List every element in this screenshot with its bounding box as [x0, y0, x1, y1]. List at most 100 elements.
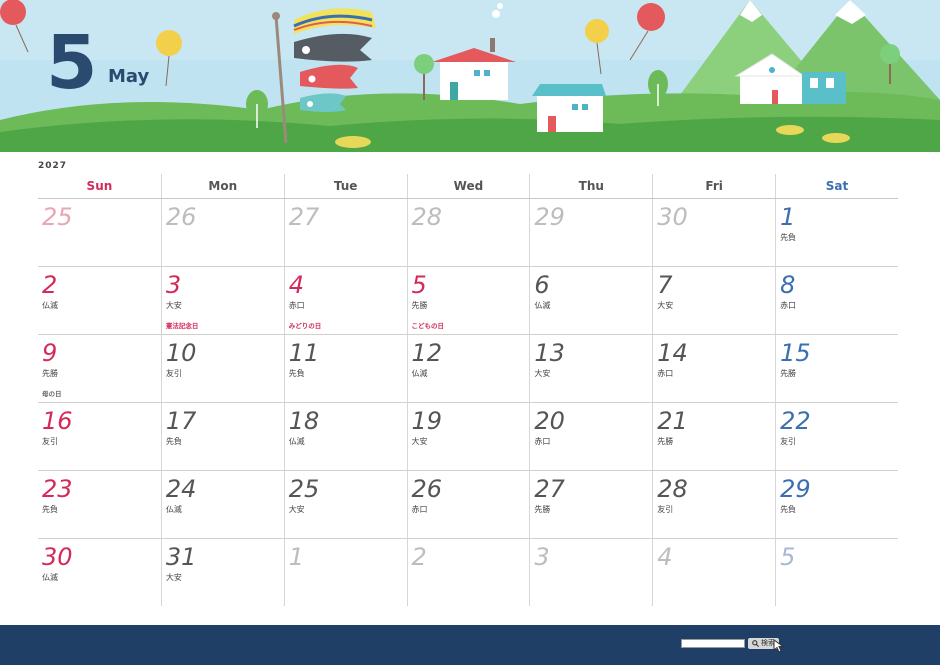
day-cell: 13 大安	[529, 335, 652, 402]
rokuyo-label: 仏滅	[534, 301, 551, 310]
search-icon	[752, 640, 759, 647]
month-name: May	[108, 66, 150, 87]
day-cell: 2 仏滅	[38, 267, 161, 334]
day-cell: 26	[160, 199, 284, 266]
day-number: 3	[534, 543, 550, 571]
day-number: 8	[780, 271, 796, 299]
holiday-label: みどりの日	[288, 322, 322, 330]
rokuyo-label: 大安	[657, 301, 674, 310]
day-cell: 3	[529, 539, 652, 606]
day-number: 1	[780, 203, 796, 231]
rokuyo-label: 赤口	[657, 369, 674, 378]
day-number: 26	[411, 475, 443, 503]
day-cell: 25 大安	[283, 471, 407, 538]
day-number: 6	[534, 271, 550, 299]
week-row: 9 先勝 母の日 10 友引 11 先負 12 仏滅 13 大安 14 赤口 15 先勝	[38, 335, 898, 403]
day-number: 22	[780, 407, 811, 435]
rokuyo-label: 先負	[780, 505, 797, 514]
day-cell: 16 友引	[38, 403, 161, 470]
day-number: 18	[288, 407, 320, 435]
day-cell: 11 先負	[283, 335, 407, 402]
day-cell: 30	[652, 199, 775, 266]
rokuyo-label: 大安	[165, 301, 182, 310]
rokuyo-label: 友引	[780, 437, 797, 446]
weekday-header: Sun Mon Tue Wed Thu Fri Sat	[38, 174, 898, 199]
day-number: 2	[42, 271, 58, 299]
week-row: 16 友引 17 先負 18 仏滅 19 大安 20 赤口 21 先勝 22 友引	[38, 403, 898, 471]
week-row: 25 26 27 28 29 30 1 先負	[38, 199, 898, 267]
footer-bar: 検索	[0, 625, 940, 665]
day-cell: 10 友引	[160, 335, 284, 402]
day-cell: 1	[283, 539, 407, 606]
rokuyo-label: 先負	[165, 437, 182, 446]
day-cell: 17 先負	[160, 403, 284, 470]
day-number: 4	[657, 543, 673, 571]
cursor-icon	[773, 639, 785, 653]
weekday-sun: Sun	[86, 179, 113, 193]
day-number: 25	[288, 475, 320, 503]
day-cell: 22 友引	[775, 403, 898, 470]
day-number: 30	[42, 543, 73, 571]
day-number: 1	[288, 543, 304, 571]
header-illustration: 5 May	[0, 0, 940, 152]
weeks-container: 25 26 27 28 29 30 1 先負 2 仏滅 3 大安 憲法記念日 4 赤口 みどりの日 5 先勝 こども…	[38, 199, 898, 606]
year-label: 2027	[38, 161, 68, 171]
week-row: 2 仏滅 3 大安 憲法記念日 4 赤口 みどりの日 5 先勝 こどもの日 6 仏滅 7 大安 8 赤口	[38, 267, 898, 335]
day-number: 21	[657, 407, 688, 435]
rokuyo-label: 友引	[165, 369, 182, 378]
day-number: 16	[42, 407, 73, 435]
day-cell: 4	[652, 539, 775, 606]
day-cell: 29 先負	[775, 471, 898, 538]
day-number: 26	[165, 203, 197, 231]
rokuyo-label: 赤口	[780, 301, 797, 310]
day-number: 5	[411, 271, 427, 299]
day-cell: 14 赤口	[652, 335, 775, 402]
rokuyo-label: 先勝	[411, 301, 428, 310]
day-cell: 12 仏滅	[406, 335, 530, 402]
day-cell: 6 仏滅	[529, 267, 652, 334]
rokuyo-label: 赤口	[411, 505, 428, 514]
observance-label: 母の日	[42, 390, 62, 398]
rokuyo-label: 赤口	[534, 437, 551, 446]
rokuyo-label: 仏滅	[288, 437, 305, 446]
weekday-tue: Tue	[283, 174, 407, 198]
day-cell: 8 赤口	[775, 267, 898, 334]
day-cell: 7 大安	[652, 267, 775, 334]
day-number: 3	[165, 271, 182, 299]
rokuyo-label: 大安	[165, 573, 182, 582]
day-number: 29	[534, 203, 565, 231]
calendar-grid: Sun Mon Tue Wed Thu Fri Sat 25 26 27 28 29 30…	[38, 174, 898, 606]
weekday-wed: Wed	[406, 174, 530, 198]
rokuyo-label: 先勝	[42, 369, 58, 378]
day-cell: 9 先勝母の日	[38, 335, 161, 402]
week-row: 23 先負 24 仏滅 25 大安 26 赤口 27 先勝 28 友引 29 先負	[38, 471, 898, 539]
day-number: 29	[780, 475, 811, 503]
week-row: 30 仏滅 31 大安 1 2 3 4 5	[38, 539, 898, 606]
rokuyo-label: 大安	[288, 505, 305, 514]
search-input[interactable]	[681, 639, 745, 648]
day-number: 7	[657, 271, 673, 299]
day-number: 27	[288, 203, 320, 231]
day-cell: 28 友引	[652, 471, 775, 538]
weekday-thu: Thu	[529, 174, 652, 198]
day-number: 17	[165, 407, 197, 435]
day-number: 14	[657, 339, 688, 367]
day-number: 25	[42, 203, 73, 231]
rokuyo-label: 先負	[42, 505, 58, 514]
day-number: 2	[411, 543, 427, 571]
holiday-label: こどもの日	[411, 322, 445, 330]
day-cell: 28	[406, 199, 530, 266]
rokuyo-label: 先勝	[780, 369, 797, 378]
day-cell: 4 赤口 みどりの日	[283, 267, 407, 334]
day-cell: 23 先負	[38, 471, 161, 538]
day-number: 28	[657, 475, 688, 503]
day-cell: 26 赤口	[406, 471, 530, 538]
day-cell: 2	[406, 539, 530, 606]
day-cell: 25	[38, 199, 161, 266]
day-cell: 18 仏滅	[283, 403, 407, 470]
day-cell: 5	[775, 539, 898, 606]
day-number: 9	[42, 339, 58, 367]
weekday-mon: Mon	[160, 174, 284, 198]
day-number: 28	[411, 203, 443, 231]
rokuyo-label: 先負	[288, 369, 305, 378]
